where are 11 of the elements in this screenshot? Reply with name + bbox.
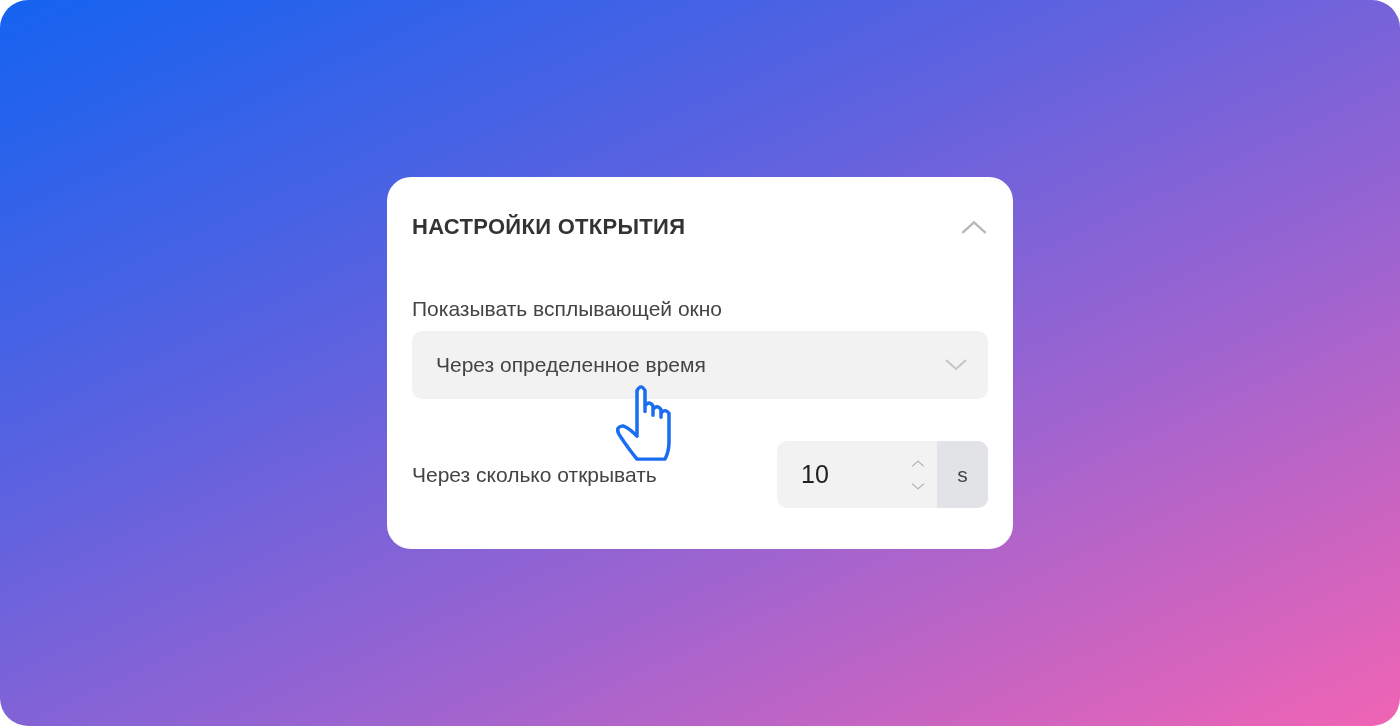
decrement-icon[interactable]: [911, 482, 925, 490]
select-label: Показывать всплывающей окно: [412, 297, 724, 321]
delay-label: Через сколько открывать: [412, 462, 657, 487]
timing-select[interactable]: Через определенное время: [412, 331, 988, 399]
collapse-chevron-icon[interactable]: [960, 220, 988, 234]
increment-icon[interactable]: [911, 459, 925, 467]
section-title: НАСТРОЙКИ ОТКРЫТИЯ: [412, 214, 686, 240]
dropdown-chevron-icon[interactable]: [944, 359, 968, 371]
unit-label: s: [937, 441, 988, 508]
delay-input[interactable]: 10: [777, 441, 937, 508]
hand-cursor-icon: [615, 383, 673, 461]
